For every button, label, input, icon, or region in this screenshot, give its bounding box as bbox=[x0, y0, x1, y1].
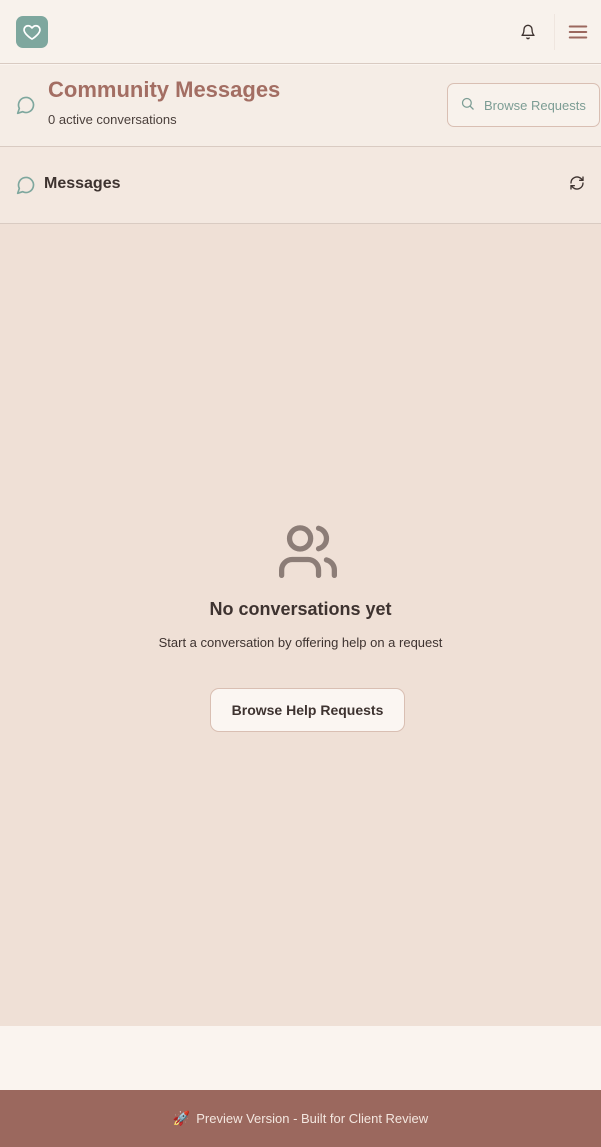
top-navigation-bar bbox=[0, 0, 601, 64]
empty-state-title: No conversations yet bbox=[209, 599, 392, 619]
conversation-list-area: No conversations yet Start a conversatio… bbox=[0, 224, 601, 1026]
hamburger-menu-icon[interactable] bbox=[562, 16, 594, 48]
search-icon bbox=[460, 96, 475, 114]
browse-requests-button[interactable]: Browse Requests bbox=[447, 83, 600, 127]
browse-requests-label: Browse Requests bbox=[484, 97, 586, 113]
conversation-count: 0 active conversations bbox=[48, 112, 177, 127]
preview-banner-text: Preview Version - Built for Client Revie… bbox=[196, 1111, 429, 1126]
empty-state-text: Start a conversation by offering help on… bbox=[158, 635, 443, 650]
browse-help-requests-button[interactable]: Browse Help Requests bbox=[210, 688, 405, 732]
chat-bubble-icon bbox=[16, 175, 36, 195]
page-title: Community Messages bbox=[48, 77, 281, 102]
chat-bubble-icon bbox=[16, 95, 36, 115]
page-header: Community Messages 0 active conversation… bbox=[0, 65, 601, 147]
footer-spacer bbox=[0, 1026, 601, 1090]
users-icon bbox=[276, 520, 340, 578]
heart-icon[interactable] bbox=[16, 16, 48, 48]
rocket-icon: 🚀 bbox=[172, 1110, 191, 1126]
preview-banner: 🚀 Preview Version - Built for Client Rev… bbox=[0, 1090, 601, 1147]
bell-icon[interactable] bbox=[514, 18, 542, 46]
messages-title: Messages bbox=[44, 175, 121, 192]
refresh-icon[interactable] bbox=[569, 175, 589, 195]
messages-panel-header: Messages bbox=[0, 147, 601, 224]
menu-divider bbox=[554, 14, 555, 50]
